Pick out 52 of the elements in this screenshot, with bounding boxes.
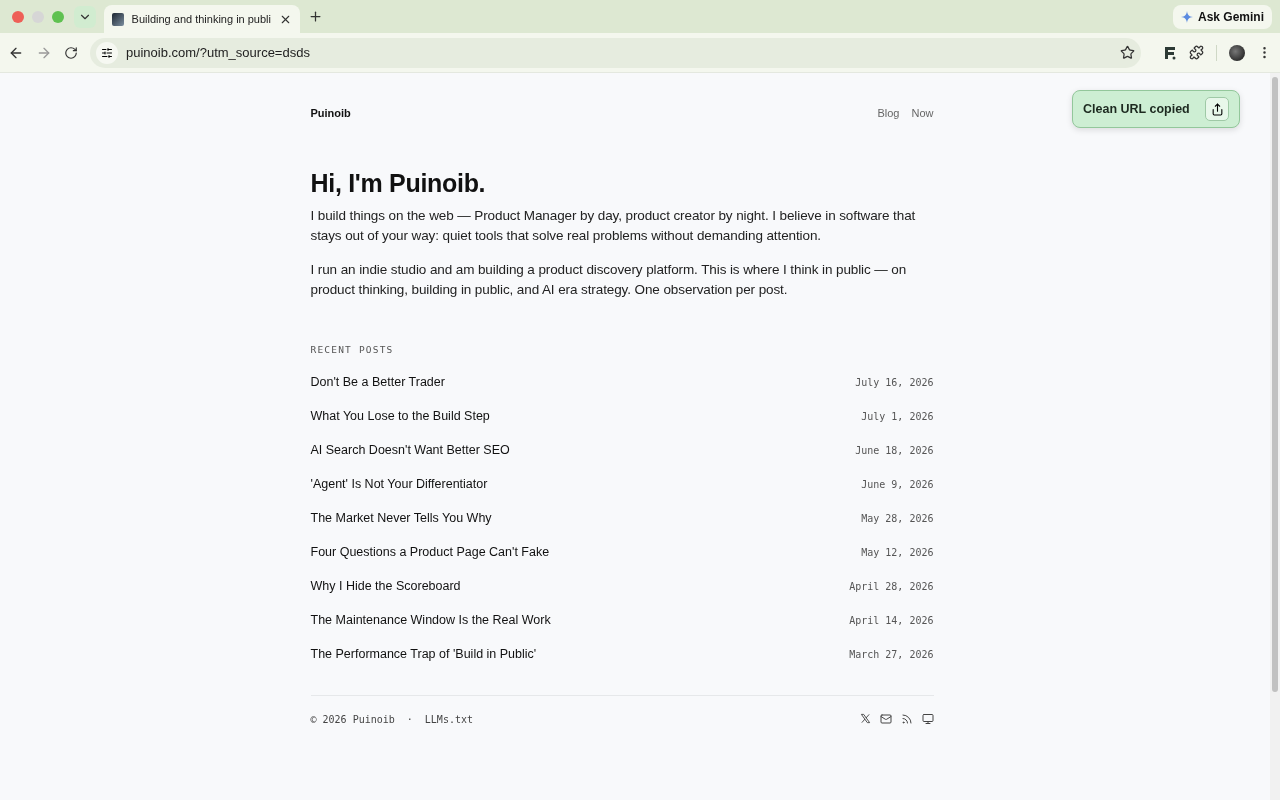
post-date: July 16, 2026 <box>855 376 934 388</box>
post-date: June 9, 2026 <box>861 478 934 490</box>
post-link[interactable]: Four Questions a Product Page Can't Fake <box>310 545 550 559</box>
new-tab-icon[interactable] <box>308 9 323 24</box>
toast-message: Clean URL copied <box>1083 102 1190 116</box>
tab-search-button[interactable] <box>74 5 96 28</box>
post-link[interactable]: The Maintenance Window Is the Real Work <box>310 613 551 627</box>
post-link[interactable]: The Performance Trap of 'Build in Public' <box>310 647 537 661</box>
post-link[interactable]: The Market Never Tells You Why <box>310 511 492 525</box>
puzzle-icon[interactable] <box>1189 45 1204 60</box>
avatar-icon[interactable] <box>1229 44 1245 61</box>
post-link[interactable]: 'Agent' Is Not Your Differentiator <box>310 477 488 491</box>
post-link[interactable]: What You Lose to the Build Step <box>310 409 490 423</box>
star-icon[interactable] <box>1120 45 1135 60</box>
sparkle-icon <box>1180 10 1193 23</box>
tab-title: Building and thinking in publi <box>131 13 271 25</box>
favicon-icon <box>112 12 124 26</box>
llms-link[interactable]: LLMs.txt <box>424 713 473 725</box>
post-date: April 28, 2026 <box>849 580 934 592</box>
x-logo-icon[interactable] <box>859 713 871 725</box>
share-button[interactable] <box>1205 97 1229 121</box>
section-heading: RECENT POSTS <box>310 344 395 355</box>
share-icon <box>1210 102 1224 116</box>
page-heading: Hi, I'm Puinoib. <box>310 169 487 198</box>
post-link[interactable]: Why I Hide the Scoreboard <box>310 579 461 593</box>
intro-paragraph: I build things on the web — Product Manager by day, product creator by night. I believe in software that stays out of your way: quiet tools that solve real problems without demanding attention. <box>310 207 917 245</box>
site-settings-icon[interactable] <box>96 41 118 64</box>
ask-button[interactable]: Ask Gemini <box>1172 4 1272 29</box>
separator-dot: · <box>406 713 413 725</box>
browser-tab[interactable]: Building and thinking in publi <box>104 5 300 33</box>
post-link[interactable]: AI Search Doesn't Want Better SEO <box>310 443 510 457</box>
post-link[interactable]: Don't Be a Better Trader <box>310 375 445 389</box>
nav-link[interactable]: Blog <box>877 107 900 119</box>
reload-icon[interactable] <box>64 45 78 60</box>
post-date: May 12, 2026 <box>861 546 934 558</box>
monitor-icon[interactable] <box>921 713 934 725</box>
rss-icon[interactable] <box>900 713 913 725</box>
extension-icon[interactable] <box>1163 45 1177 60</box>
address-bar[interactable]: puinoib.com/?utm_source=dsds <box>90 37 1141 68</box>
url-text: puinoib.com/?utm_source=dsds <box>126 45 311 60</box>
post-date: April 14, 2026 <box>849 614 934 626</box>
post-date: May 28, 2026 <box>861 512 934 524</box>
site-name[interactable]: Puinoib <box>310 107 351 119</box>
intro-paragraph: I run an indie studio and am building a product discovery platform. This is where I think in public — on product thinking, building in public, and AI era strategy. One observation per post. <box>310 261 908 299</box>
post-date: June 18, 2026 <box>855 444 934 456</box>
close-window-button[interactable] <box>12 10 24 23</box>
scrollbar-thumb[interactable] <box>1272 77 1278 692</box>
mail-icon[interactable] <box>879 713 892 725</box>
nav-link[interactable]: Now <box>911 107 934 119</box>
copyright-text: © 2026 Puinoib <box>310 713 395 725</box>
post-date: July 1, 2026 <box>861 410 934 422</box>
post-date: March 27, 2026 <box>849 648 934 660</box>
